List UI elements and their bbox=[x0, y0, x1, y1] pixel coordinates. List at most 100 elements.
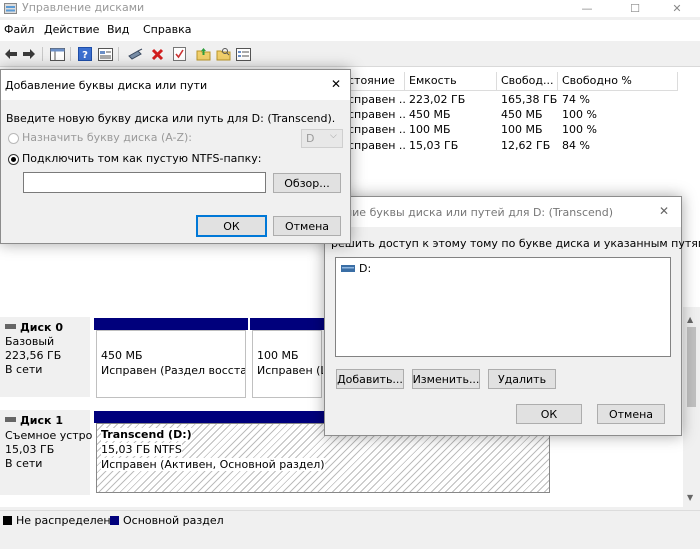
disk-map-scrollbar[interactable]: ▲ ▼ bbox=[683, 307, 700, 507]
console-tree-icon[interactable] bbox=[48, 45, 66, 63]
partition-name: Transcend (D:) bbox=[101, 428, 192, 441]
cell-free-percent: 100 % bbox=[562, 108, 597, 121]
disk-size: 223,56 ГБ bbox=[5, 349, 62, 362]
toolbar: ? bbox=[0, 41, 700, 67]
add-button[interactable]: Добавить... bbox=[336, 369, 404, 389]
legend-label-unallocated: Не распределена bbox=[16, 514, 118, 527]
svg-text:?: ? bbox=[82, 50, 88, 61]
drive-icon bbox=[341, 265, 355, 272]
close-icon[interactable]: ✕ bbox=[331, 77, 341, 91]
cell-free-percent: 84 % bbox=[562, 139, 590, 152]
table-row[interactable]: справен ... 15,03 ГБ 12,62 ГБ 84 % bbox=[344, 138, 678, 154]
ok-button[interactable]: ОК bbox=[196, 215, 267, 237]
disk-icon bbox=[5, 417, 16, 422]
disk-1-label[interactable]: Диск 1 Съемное устро 15,03 ГБ В сети bbox=[0, 410, 93, 495]
partition-bar bbox=[250, 318, 324, 330]
toolbar-separator bbox=[118, 47, 119, 61]
dialog-title: Добавление буквы диска или пути bbox=[5, 79, 208, 92]
assign-letter-label: Назначить букву диска (A-Z): bbox=[22, 131, 193, 144]
disk-management-app-icon bbox=[4, 3, 17, 14]
minimize-button[interactable]: — bbox=[564, 0, 610, 17]
legend-label-primary: Основной раздел bbox=[123, 514, 224, 527]
disk-status: В сети bbox=[5, 457, 43, 470]
menu-view[interactable]: Вид bbox=[107, 23, 129, 36]
table-row[interactable]: справен ... 450 МБ 450 МБ 100 % bbox=[344, 107, 678, 123]
dialog-prompt: Введите новую букву диска или путь для D… bbox=[6, 112, 336, 125]
cell-free-percent: 100 % bbox=[562, 123, 597, 136]
folder-path-input[interactable] bbox=[23, 172, 266, 193]
close-window-button[interactable]: ✕ bbox=[654, 0, 700, 17]
delete-icon[interactable] bbox=[148, 45, 166, 63]
list-icon[interactable] bbox=[234, 45, 252, 63]
help-icon[interactable]: ? bbox=[76, 45, 94, 63]
partition-size: 15,03 ГБ NTFS bbox=[101, 443, 182, 456]
partition-status: Исправен (Активен, Основной раздел) bbox=[101, 458, 325, 471]
cell-status: справен ... bbox=[348, 93, 405, 106]
back-icon[interactable] bbox=[2, 45, 20, 63]
paths-listbox[interactable]: D: bbox=[335, 257, 671, 357]
menu-action[interactable]: Действие bbox=[44, 23, 99, 36]
partition-bar bbox=[94, 318, 248, 330]
drive-letter-value: D bbox=[306, 132, 315, 145]
cancel-button[interactable]: Отмена bbox=[273, 216, 341, 236]
cell-capacity: 100 МБ bbox=[409, 123, 451, 136]
partition-system[interactable]: 100 МБ Исправен (Ш bbox=[250, 318, 324, 398]
ok-button[interactable]: ОК bbox=[516, 404, 582, 424]
menu-file[interactable]: Файл bbox=[4, 23, 34, 36]
disk-icon bbox=[5, 324, 16, 329]
cell-free: 165,38 ГБ bbox=[501, 93, 558, 106]
cell-status: справен ... bbox=[348, 108, 405, 121]
disk-size: 15,03 ГБ bbox=[5, 443, 55, 456]
assign-letter-radio[interactable] bbox=[8, 133, 19, 144]
change-drive-letter-dialog: нение буквы диска или путей для D: (Tran… bbox=[324, 196, 700, 436]
cancel-button[interactable]: Отмена bbox=[597, 404, 665, 424]
column-header-capacity[interactable]: Емкость bbox=[405, 72, 497, 91]
chevron-down-icon: ⌵ bbox=[330, 131, 337, 141]
table-row[interactable]: справен ... 100 МБ 100 МБ 100 % bbox=[344, 122, 678, 138]
menu-help[interactable]: Справка bbox=[143, 23, 191, 36]
forward-icon[interactable] bbox=[20, 45, 38, 63]
scroll-up-icon[interactable]: ▲ bbox=[687, 315, 693, 324]
title-bar: Управление дисками — ☐ ✕ bbox=[0, 0, 700, 17]
mount-folder-label: Подключить том как пустую NTFS-папку: bbox=[22, 152, 262, 165]
maximize-button[interactable]: ☐ bbox=[612, 0, 658, 17]
dialog-title-bar: нение буквы диска или путей для D: (Tran… bbox=[325, 197, 681, 227]
folder-search-icon[interactable] bbox=[214, 45, 232, 63]
dialog-description: решить доступ к этому тому по букве диск… bbox=[331, 237, 700, 250]
disk-0-label[interactable]: Диск 0 Базовый 223,56 ГБ В сети bbox=[0, 317, 90, 397]
cell-status: справен ... bbox=[348, 139, 405, 152]
check-icon[interactable] bbox=[170, 45, 188, 63]
mount-folder-radio[interactable] bbox=[8, 154, 19, 165]
partition-status: Исправен (Ш bbox=[257, 364, 323, 377]
cell-status: справен ... bbox=[348, 123, 405, 136]
cell-free: 450 МБ bbox=[501, 108, 543, 121]
dialog-title-bar: Добавление буквы диска или пути ✕ bbox=[1, 70, 350, 100]
dialog-title: нение буквы диска или путей для D: (Tran… bbox=[331, 206, 614, 219]
browse-button[interactable]: Обзор... bbox=[273, 173, 341, 193]
table-row[interactable]: справен ... 223,02 ГБ 165,38 ГБ 74 % bbox=[344, 92, 678, 108]
close-icon[interactable]: ✕ bbox=[659, 204, 669, 218]
scroll-down-icon[interactable]: ▼ bbox=[687, 493, 693, 502]
connect-icon[interactable] bbox=[126, 45, 144, 63]
path-entry: D: bbox=[359, 262, 372, 275]
cell-free: 12,62 ГБ bbox=[501, 139, 551, 152]
partition-recovery[interactable]: 450 МБ Исправен (Раздел восстанс bbox=[94, 318, 248, 398]
properties-icon[interactable] bbox=[96, 45, 114, 63]
change-button[interactable]: Изменить... bbox=[412, 369, 480, 389]
column-header-free-percent[interactable]: Свободно % bbox=[558, 72, 678, 91]
folder-up-icon[interactable] bbox=[194, 45, 212, 63]
disk-name: Диск 1 bbox=[20, 414, 63, 427]
partition-size: 450 МБ bbox=[101, 349, 143, 362]
column-header-free[interactable]: Свобод... bbox=[497, 72, 558, 91]
legend-swatch-unallocated bbox=[3, 516, 12, 525]
remove-button[interactable]: Удалить bbox=[488, 369, 556, 389]
window-title: Управление дисками bbox=[22, 1, 145, 14]
disk-type: Базовый bbox=[5, 335, 55, 348]
partition-size: 100 МБ bbox=[257, 349, 299, 362]
add-drive-letter-dialog: Добавление буквы диска или пути ✕ Введит… bbox=[0, 69, 351, 244]
disk-type: Съемное устро bbox=[5, 429, 93, 442]
cell-capacity: 450 МБ bbox=[409, 108, 451, 121]
scrollbar-thumb[interactable] bbox=[687, 327, 696, 407]
column-header-status[interactable]: стояние bbox=[344, 72, 405, 91]
drive-letter-select[interactable]: D ⌵ bbox=[301, 129, 343, 148]
